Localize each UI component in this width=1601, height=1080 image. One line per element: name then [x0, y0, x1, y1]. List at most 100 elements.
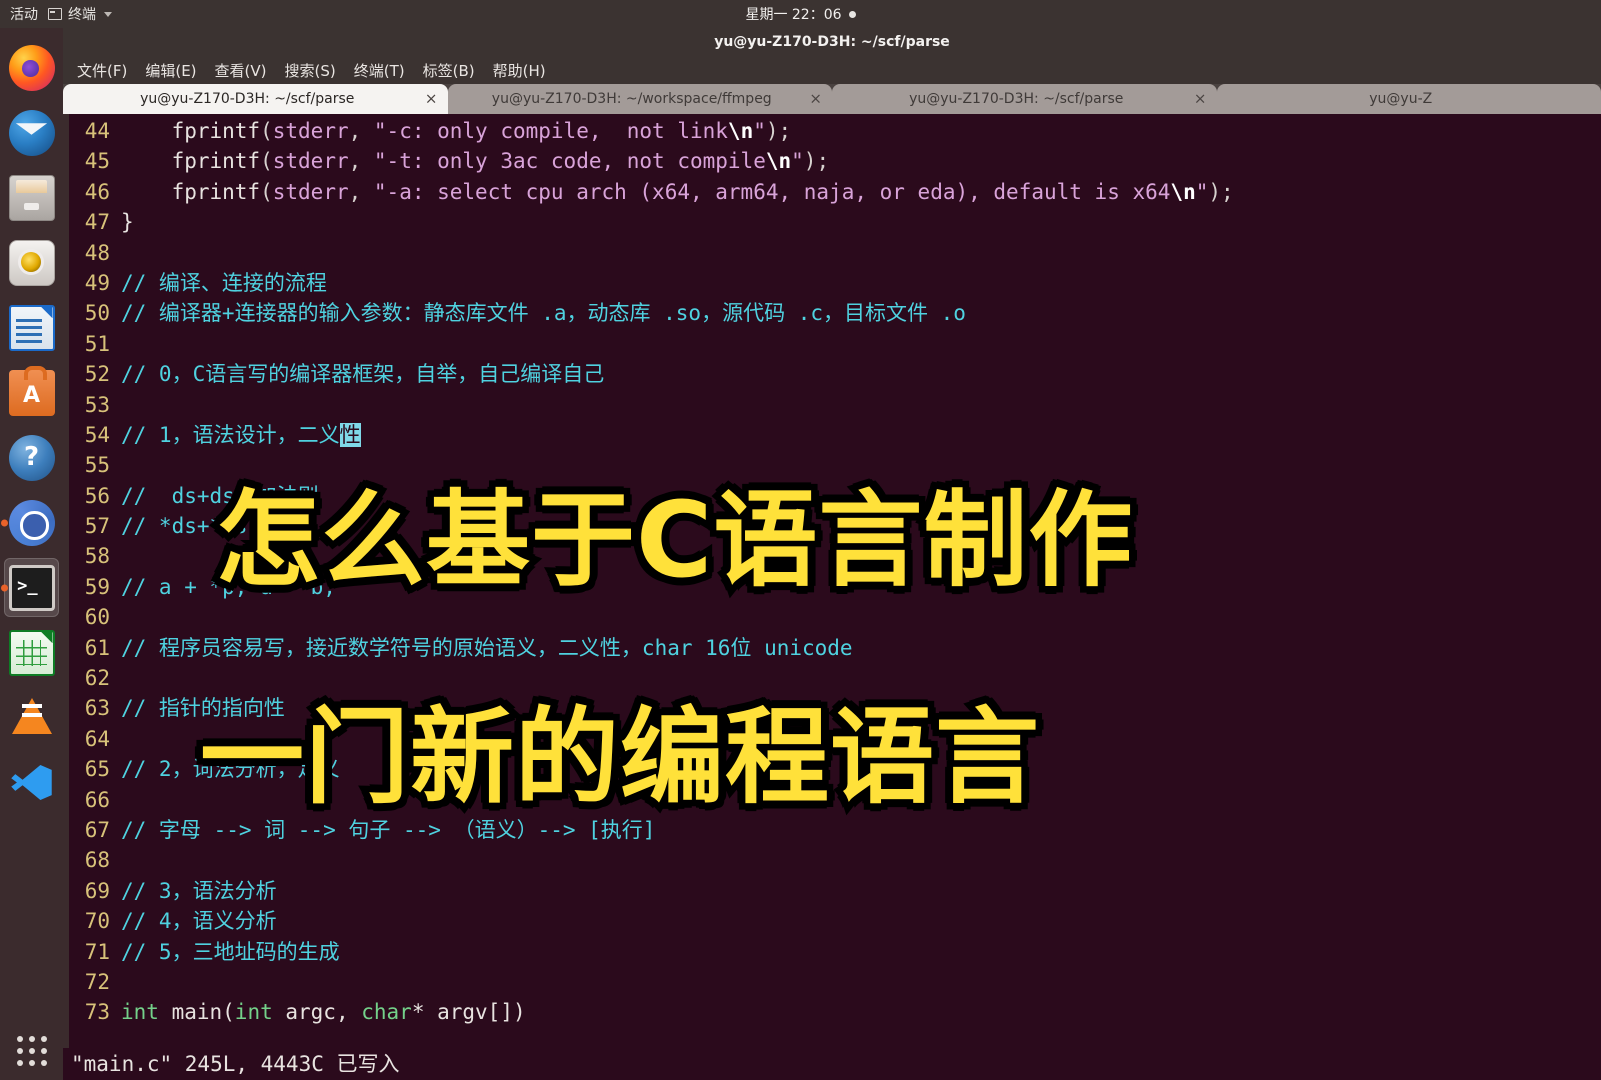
- line-number: 48: [84, 240, 110, 265]
- close-icon[interactable]: ×: [809, 91, 822, 107]
- line-number: 64: [84, 726, 110, 751]
- code-line: 49 // 编译、连接的流程: [63, 268, 1601, 298]
- dock-item-chromium[interactable]: [0, 491, 63, 554]
- menu-bar: 文件(F) 编辑(E) 查看(V) 搜索(S) 终端(T) 标签(B) 帮助(H…: [63, 56, 1601, 84]
- line-text: // 2，词法分析，定义: [121, 757, 340, 782]
- line-number: 69: [84, 878, 110, 903]
- code-line: 67 // 字母 --> 词 --> 句子 --> （语义）--> [执行]: [63, 815, 1601, 845]
- code-line: 57 // *ds+*ds: [63, 511, 1601, 541]
- firefox-icon: [8, 44, 55, 91]
- window-title: yu@yu-Z170-D3H: ~/scf/parse: [714, 34, 950, 50]
- code-line: 47}: [63, 207, 1601, 237]
- line-number: 51: [84, 331, 110, 356]
- dock-item-files[interactable]: [0, 166, 63, 229]
- show-applications-button[interactable]: [0, 1036, 63, 1066]
- line-text: // 编译器+连接器的输入参数：静态库文件 .a，动态库 .so，源代码 .c，…: [121, 301, 966, 326]
- dock-item-terminal[interactable]: [0, 556, 63, 619]
- code-line: 71 // 5，三地址码的生成: [63, 937, 1601, 967]
- code-line: 73 int main(int argc, char* argv[]): [63, 997, 1601, 1027]
- code-lines: 44 fprintf(stderr, "-c: only compile, no…: [63, 116, 1601, 1028]
- top-bar-left: 活动 终端: [0, 4, 112, 24]
- dock-item-libreoffice-calc[interactable]: [0, 621, 63, 684]
- tab-label: yu@yu-Z: [1369, 91, 1433, 107]
- dock-item-rhythmbox[interactable]: [0, 231, 63, 294]
- close-icon[interactable]: ×: [1194, 91, 1207, 107]
- line-text: // 3，语法分析: [121, 878, 277, 903]
- tab-label: yu@yu-Z170-D3H: ~/workspace/ffmpeg: [491, 91, 772, 107]
- line-number: 59: [84, 574, 110, 599]
- line-text: // *ds+*ds: [121, 514, 248, 539]
- tab-1[interactable]: yu@yu-Z170-D3H: ~/workspace/ffmpeg ×: [447, 84, 832, 114]
- notification-dot-icon: [848, 10, 856, 18]
- code-line: 59 // a + *p, a * b,: [63, 572, 1601, 602]
- screen: 活动 终端 星期一 22：06 A ? >_ yu@yu-Z170-D3H: ~…: [0, 0, 1601, 1080]
- app-menu-button[interactable]: 终端: [48, 4, 112, 24]
- line-text: // 5，三地址码的生成: [121, 939, 340, 964]
- vscode-icon: [9, 760, 55, 806]
- line-number: 66: [84, 787, 110, 812]
- tab-2[interactable]: yu@yu-Z170-D3H: ~/scf/parse ×: [832, 84, 1217, 114]
- line-text: // 字母 --> 词 --> 句子 --> （语义）--> [执行]: [121, 817, 656, 842]
- ubuntu-software-icon: [8, 365, 55, 416]
- dock-item-help[interactable]: [0, 426, 63, 489]
- menu-tabs[interactable]: 标签(B): [423, 60, 475, 81]
- line-text: // 程序员容易写，接近数学符号的原始语义，二义性，char 16位 unico…: [121, 635, 853, 660]
- rhythmbox-icon: [8, 239, 55, 286]
- libreoffice-calc-icon: [8, 629, 55, 676]
- line-text: // ds+ds，加法则: [121, 483, 319, 508]
- dock-item-vlc[interactable]: [0, 686, 63, 749]
- launcher-dock: [0, 28, 63, 1080]
- dock-item-vscode[interactable]: [0, 751, 63, 814]
- tab-label: yu@yu-Z170-D3H: ~/scf/parse: [140, 91, 355, 107]
- code-line: 65 // 2，词法分析，定义: [63, 754, 1601, 784]
- terminal-window: yu@yu-Z170-D3H: ~/scf/parse 文件(F) 编辑(E) …: [63, 28, 1601, 1080]
- line-text: // 指针的指向性: [121, 696, 285, 721]
- dock-item-thunderbird[interactable]: [0, 101, 63, 164]
- menu-file[interactable]: 文件(F): [77, 60, 127, 81]
- code-line: 50 // 编译器+连接器的输入参数：静态库文件 .a，动态库 .so，源代码 .…: [63, 298, 1601, 328]
- menu-edit[interactable]: 编辑(E): [145, 60, 196, 81]
- line-number: 62: [84, 666, 110, 691]
- line-number: 44: [84, 119, 110, 143]
- code-line: 68: [63, 845, 1601, 875]
- code-line: 66: [63, 785, 1601, 815]
- menu-terminal[interactable]: 终端(T): [354, 60, 405, 81]
- tab-0[interactable]: yu@yu-Z170-D3H: ~/scf/parse ×: [63, 84, 448, 114]
- line-text: // 0，C语言写的编译器框架，自举，自己编译自己: [121, 362, 605, 387]
- activities-button[interactable]: 活动: [10, 4, 38, 24]
- clock-area[interactable]: 星期一 22：06: [0, 0, 1601, 28]
- line-number: 60: [84, 605, 110, 630]
- code-line: 45 fprintf(stderr, "-t: only 3ac code, n…: [63, 146, 1601, 176]
- line-text: // 编译、连接的流程: [121, 270, 327, 295]
- code-line: 61 // 程序员容易写，接近数学符号的原始语义，二义性，char 16位 uni…: [63, 633, 1601, 663]
- menu-search[interactable]: 搜索(S): [285, 60, 336, 81]
- dock-item-firefox[interactable]: [0, 36, 63, 99]
- line-number: 73: [84, 1000, 110, 1025]
- line-number: 50: [84, 301, 110, 326]
- code-line: 48: [63, 238, 1601, 268]
- code-line: 55: [63, 450, 1601, 480]
- tab-3[interactable]: yu@yu-Z: [1216, 84, 1601, 114]
- vim-status-text: "main.c" 245L, 4443C 已写入: [71, 1051, 400, 1076]
- line-number: 56: [84, 483, 110, 508]
- dock-item-libreoffice-writer[interactable]: [0, 296, 63, 359]
- line-number: 68: [84, 848, 110, 873]
- line-number: 72: [84, 969, 110, 994]
- grid-dots-icon: [16, 1036, 47, 1066]
- vim-editor[interactable]: 44 fprintf(stderr, "-c: only compile, no…: [63, 114, 1601, 1080]
- vim-status-line: "main.c" 245L, 4443C 已写入: [63, 1048, 1601, 1080]
- menu-help[interactable]: 帮助(H): [493, 60, 546, 81]
- line-number: 71: [84, 939, 110, 964]
- menu-view[interactable]: 查看(V): [215, 60, 267, 81]
- code-line: 60: [63, 602, 1601, 632]
- line-text: // a + *p, a * b,: [121, 574, 336, 599]
- code-line: 46 fprintf(stderr, "-a: select cpu arch …: [63, 177, 1601, 207]
- editor-scroll-rail[interactable]: [63, 114, 69, 1080]
- line-number: 70: [84, 909, 110, 934]
- vlc-icon: [9, 695, 55, 741]
- dock-item-ubuntu-software[interactable]: [0, 361, 63, 424]
- line-number: 57: [84, 514, 110, 539]
- line-text: fprintf(stderr, "-t: only 3ac code, not …: [171, 149, 830, 174]
- terminal-icon: [48, 8, 62, 20]
- close-icon[interactable]: ×: [425, 91, 438, 107]
